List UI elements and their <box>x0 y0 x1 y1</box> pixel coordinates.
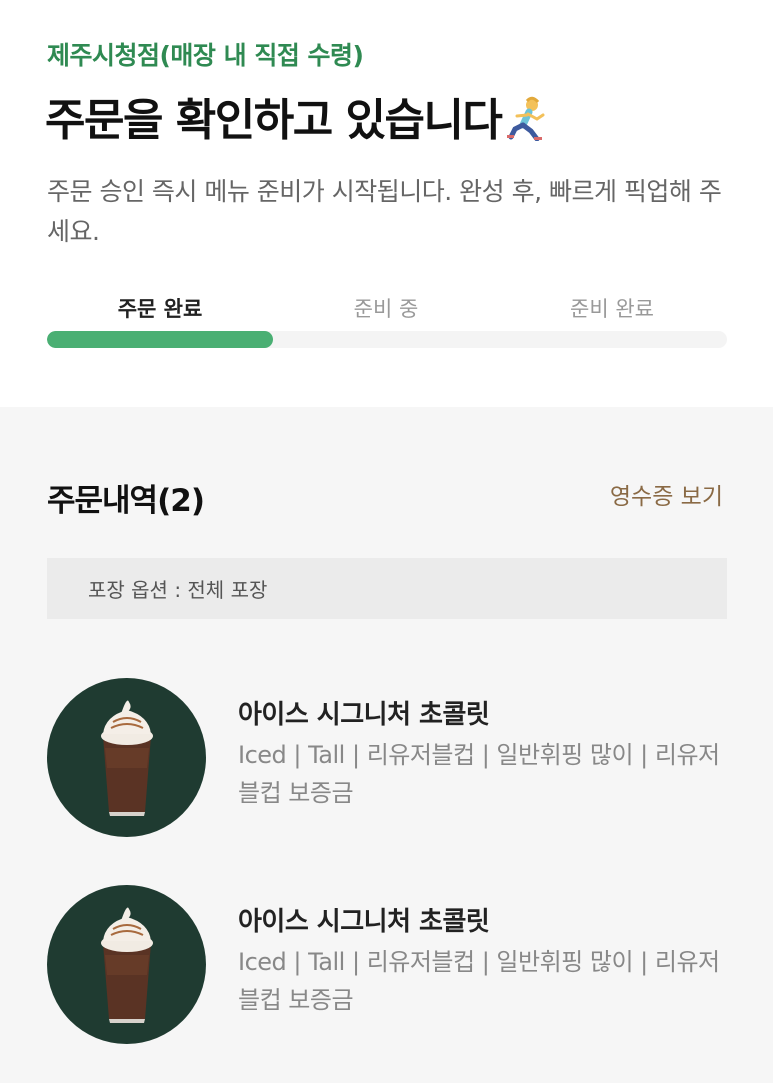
item-name: 아이스 시그니처 초콜릿 <box>238 700 490 730</box>
order-item[interactable]: 아이스 시그니처 초콜릿 Iced | Tall | 리유저블컵 | 일반휘핑 … <box>47 885 737 1045</box>
view-receipt-link[interactable]: 영수증 보기 <box>610 477 723 511</box>
page-description: 주문 승인 즉시 메뉴 준비가 시작됩니다. 완성 후, 빠르게 픽업해 주세요… <box>47 177 722 246</box>
step-order-complete: 주문 완료 <box>117 297 203 321</box>
step-preparing: 준비 중 <box>353 297 419 321</box>
step-ready: 준비 완료 <box>570 297 654 321</box>
order-item[interactable]: 아이스 시그니처 초콜릿 Iced | Tall | 리유저블컵 | 일반휘핑 … <box>47 678 737 838</box>
page-title-text: 주문을 확인하고 있습니다 <box>45 95 503 146</box>
order-list-title: 주문내역(2) <box>47 483 205 519</box>
item-name: 아이스 시그니처 초콜릿 <box>238 907 490 937</box>
packaging-option-box: 포장 옵션 : 전체 포장 <box>47 558 727 619</box>
page-title: 주문을 확인하고 있습니다 <box>45 84 549 148</box>
running-woman-icon <box>507 96 545 141</box>
order-details-section: 주문내역(2) 영수증 보기 포장 옵션 : 전체 포장 아이스 시그니처 초콜… <box>0 407 773 1083</box>
store-name: 제주시청점(매장 내 직접 수령) <box>47 41 364 70</box>
progress-steps: 주문 완료 준비 중 준비 완료 <box>47 293 727 333</box>
iced-chocolate-drink-image <box>47 885 206 1044</box>
packaging-option-text: 포장 옵션 : 전체 포장 <box>88 578 268 602</box>
iced-chocolate-drink-image <box>47 678 206 837</box>
order-status-header: 제주시청점(매장 내 직접 수령) 주문을 확인하고 있습니다 주문 승인 즉시… <box>0 0 773 407</box>
progress-bar-fill <box>47 331 274 348</box>
item-options: Iced | Tall | 리유저블컵 | 일반휘핑 많이 | 리유저블컵 보증… <box>238 948 720 1014</box>
item-options: Iced | Tall | 리유저블컵 | 일반휘핑 많이 | 리유저블컵 보증… <box>238 741 720 807</box>
progress-bar <box>47 331 727 348</box>
